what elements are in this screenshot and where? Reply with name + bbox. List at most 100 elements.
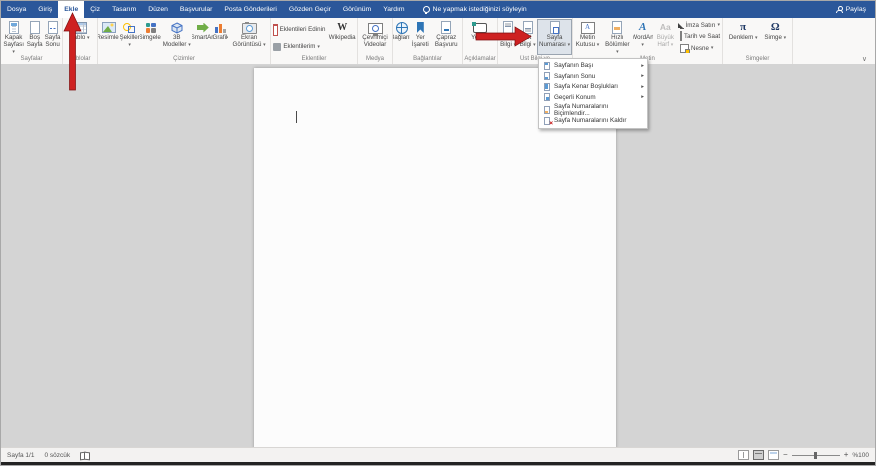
icons-icon: [146, 20, 156, 35]
tab-yardim[interactable]: Yardım: [377, 1, 410, 18]
equation-button[interactable]: π Denklem ▾: [728, 19, 759, 55]
wikipedia-button[interactable]: W Wikipedia: [328, 19, 357, 55]
cross-reference-button[interactable]: Çapraz Başvuru: [430, 19, 462, 55]
store-icon: [273, 25, 277, 36]
omega-icon: Ω: [771, 20, 780, 35]
smartart-button[interactable]: SmartArt: [192, 19, 213, 55]
blank-page-button[interactable]: Boş Sayfa: [26, 19, 43, 55]
table-icon: [72, 20, 87, 35]
print-layout-view-button[interactable]: [753, 450, 764, 460]
tab-dosya[interactable]: Dosya: [1, 1, 32, 18]
web-layout-view-button[interactable]: [768, 450, 779, 460]
ribbon: Kapak Sayfası ▾ Boş Sayfa Sayfa Sonu Say…: [1, 18, 875, 65]
pictures-icon: [102, 20, 116, 35]
header-button[interactable]: Üst Bilgi ▾: [498, 19, 518, 55]
wikipedia-icon: W: [337, 20, 347, 35]
group-sayfalar: Kapak Sayfası ▾ Boş Sayfa Sayfa Sonu Say…: [1, 18, 63, 64]
submenu-arrow-icon: ▸: [641, 84, 644, 90]
dropdown-caret-icon: ▾: [263, 42, 266, 48]
dropdown-caret-icon: ▾: [711, 45, 714, 51]
bookmark-icon: [417, 20, 424, 35]
document-area[interactable]: [1, 64, 875, 447]
menu-item-current-position[interactable]: Geçerli Konum ▸: [540, 92, 646, 103]
pictures-button[interactable]: Resimler: [98, 19, 119, 55]
page-break-icon: [48, 20, 58, 35]
chart-icon: [215, 20, 226, 35]
shapes-button[interactable]: Şekiller ▾: [119, 19, 140, 55]
menu-item-format-page-numbers[interactable]: Sayfa Numaralarını Biçimlendir...: [540, 105, 646, 116]
text-box-button[interactable]: A Metin Kutusu ▾: [573, 19, 602, 55]
zoom-slider[interactable]: [792, 455, 840, 456]
tab-gorunum[interactable]: Görünüm: [337, 1, 377, 18]
zoom-out-button[interactable]: −: [783, 451, 788, 459]
dropdown-caret-icon: ▾: [717, 22, 720, 28]
group-label-sayfalar: Sayfalar: [1, 55, 62, 64]
ribbon-tab-bar: Dosya Giriş Ekle Çiz Tasarım Düzen Başvu…: [1, 1, 875, 18]
share-button[interactable]: Paylaş: [836, 1, 875, 18]
online-video-button[interactable]: Çevrimiçi Videolar: [358, 19, 392, 55]
drop-cap-icon: Aa: [660, 20, 671, 35]
calendar-icon: [680, 31, 682, 41]
dropdown-caret-icon: ▾: [128, 42, 131, 48]
wordart-button[interactable]: A WordArt ▾: [633, 19, 653, 55]
my-addins-button[interactable]: Eklentilerim ▾: [271, 43, 327, 51]
signature-line-button[interactable]: İmza Satırı ▾: [678, 21, 722, 29]
footer-button[interactable]: Alt Bilgi ▾: [518, 19, 537, 55]
wordart-icon: A: [639, 20, 646, 35]
icons-button[interactable]: Simgeler: [140, 19, 161, 55]
page-number-button[interactable]: Sayfa Numarası ▾: [537, 19, 572, 55]
tell-me-search[interactable]: Ne yapmak istediğinizi söyleyin: [423, 1, 527, 18]
tab-duzen[interactable]: Düzen: [142, 1, 174, 18]
table-button[interactable]: Tablo ▾: [69, 19, 90, 55]
screenshot-icon: [242, 20, 257, 35]
date-time-button[interactable]: Tarih ve Saat: [678, 31, 722, 41]
page-indicator[interactable]: Sayfa 1/1: [7, 452, 34, 459]
collapse-ribbon-chevron-icon[interactable]: ∨: [862, 56, 867, 63]
drop-cap-button[interactable]: Aa Büyük Harf ▾: [653, 19, 678, 55]
menu-item-bottom-of-page[interactable]: Sayfanın Sonu ▸: [540, 71, 646, 82]
comment-button[interactable]: Yorum: [470, 19, 490, 55]
tab-giris[interactable]: Giriş: [32, 1, 58, 18]
3d-models-icon: [171, 20, 183, 35]
group-label-baglantilar: Bağlantılar: [393, 55, 462, 64]
menu-item-page-margins[interactable]: Sayfa Kenar Boşlukları ▸: [540, 82, 646, 93]
symbol-button[interactable]: Ω Simge ▾: [763, 19, 787, 55]
submenu-arrow-icon: ▸: [641, 94, 644, 100]
quick-parts-button[interactable]: Hızlı Bölümler ▾: [602, 19, 633, 55]
tab-posta-gonderileri[interactable]: Posta Gönderileri: [218, 1, 283, 18]
tab-ekle[interactable]: Ekle: [58, 1, 84, 18]
tab-basvurular[interactable]: Başvurular: [174, 1, 219, 18]
get-addins-button[interactable]: Eklentileri Edinin: [271, 23, 327, 36]
zoom-in-button[interactable]: +: [844, 451, 849, 459]
current-position-icon: [542, 93, 551, 101]
proofing-book-icon[interactable]: [80, 452, 90, 458]
link-button[interactable]: Bağlantı: [393, 19, 410, 55]
dropdown-caret-icon: ▾: [12, 49, 15, 55]
zoom-level[interactable]: %100: [852, 452, 869, 459]
menu-item-top-of-page[interactable]: Sayfanın Başı ▸: [540, 61, 646, 72]
text-cursor: [296, 111, 297, 123]
page-break-button[interactable]: Sayfa Sonu: [43, 19, 62, 55]
bookmark-button[interactable]: Yer İşareti: [410, 19, 430, 55]
submenu-arrow-icon: ▸: [641, 73, 644, 79]
object-button[interactable]: Nesne ▾: [678, 44, 722, 53]
dropdown-caret-icon: ▾: [616, 49, 619, 55]
share-label: Paylaş: [846, 6, 866, 13]
dropdown-caret-icon: ▾: [317, 44, 320, 50]
read-mode-view-button[interactable]: [738, 450, 749, 460]
zoom-slider-thumb[interactable]: [814, 452, 817, 459]
cross-reference-icon: [441, 20, 451, 35]
submenu-arrow-icon: ▸: [641, 63, 644, 69]
quick-parts-icon: [612, 20, 622, 35]
screenshot-button[interactable]: Ekran Görüntüsü ▾: [228, 19, 270, 55]
word-count[interactable]: 0 sözcük: [44, 452, 70, 459]
cover-page-button[interactable]: Kapak Sayfası ▾: [1, 19, 26, 55]
dropdown-caret-icon: ▾: [533, 42, 536, 48]
tab-tasarim[interactable]: Tasarım: [106, 1, 142, 18]
dropdown-caret-icon: ▾: [671, 42, 674, 48]
format-page-numbers-icon: [542, 106, 551, 114]
chart-button[interactable]: Grafik: [213, 19, 228, 55]
3d-models-button[interactable]: 3B Modeller ▾: [161, 19, 192, 55]
tab-ciz[interactable]: Çiz: [84, 1, 106, 18]
tab-gozden-gecir[interactable]: Gözden Geçir: [283, 1, 337, 18]
